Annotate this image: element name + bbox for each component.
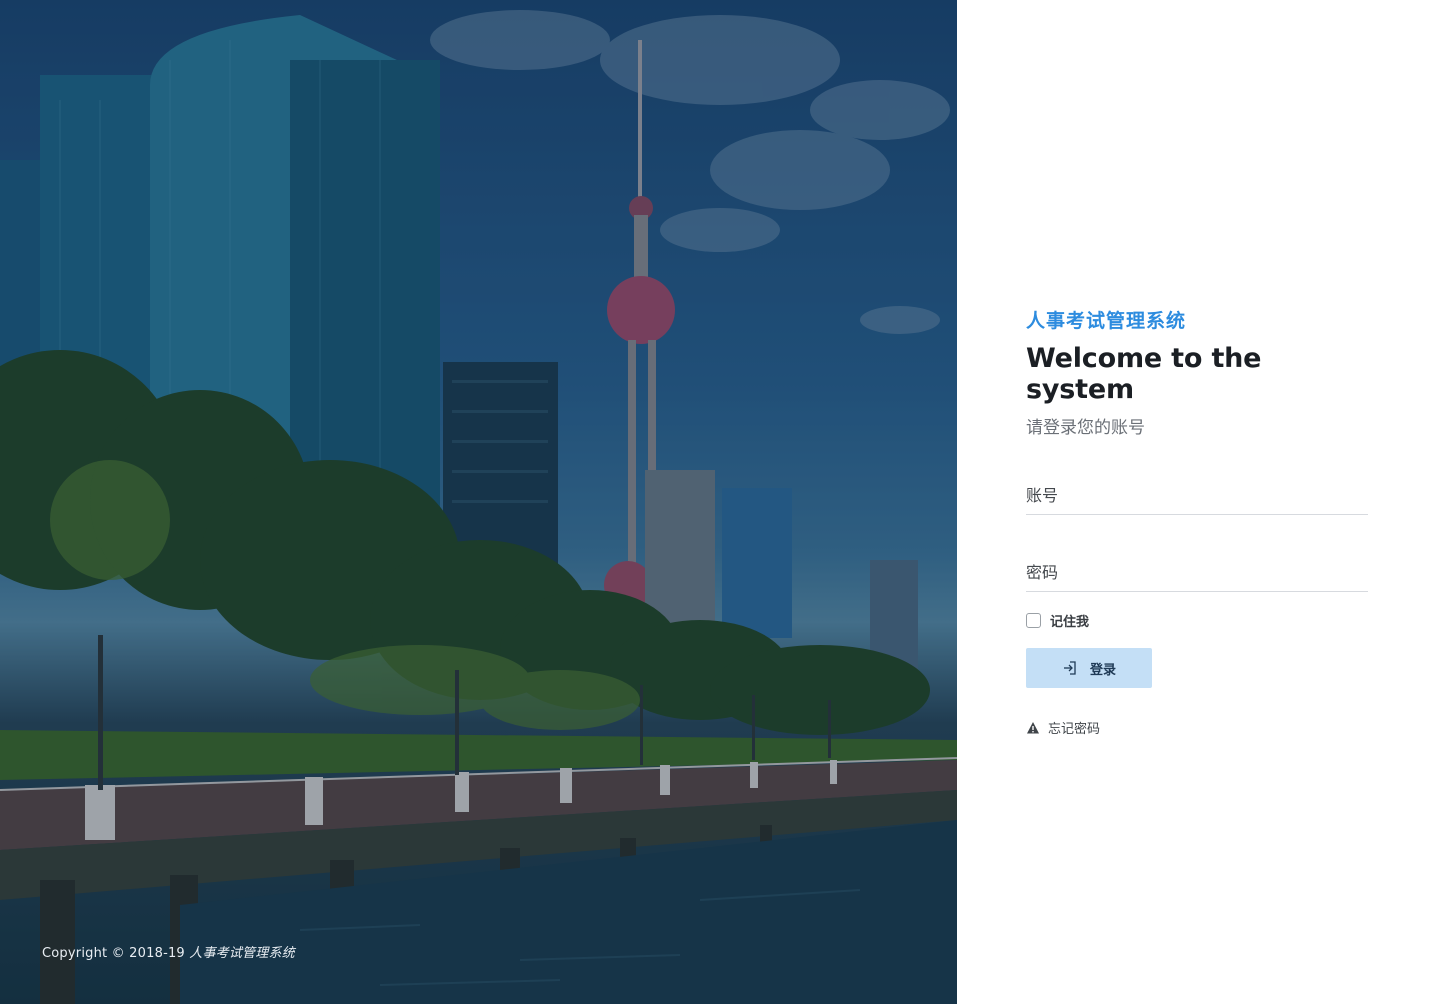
remember-me-checkbox[interactable] (1026, 612, 1041, 628)
remember-me-row[interactable]: 记住我 (1026, 610, 1368, 630)
app-name: 人事考试管理系统 (1026, 310, 1187, 332)
username-field-wrapper (1026, 476, 1368, 515)
forgot-password-link[interactable]: 忘记密码 (1026, 718, 1368, 737)
copyright-text: Copyright © 2018-19 人事考试管理系统 (42, 942, 295, 961)
forgot-password-label: 忘记密码 (1048, 722, 1101, 737)
login-subtitle: 请登录您的账号 (1026, 418, 1145, 438)
password-input[interactable] (1026, 557, 1368, 587)
login-panel: 人事考试管理系统 Welcome to the system 请登录您的账号 记… (957, 0, 1435, 1004)
copyright-brand: 人事考试管理系统 (189, 946, 295, 961)
copyright-prefix: Copyright © 2018-19 (42, 946, 185, 961)
sign-in-icon (1062, 660, 1078, 676)
remember-me-label: 记住我 (1050, 614, 1090, 630)
login-button-label: 登录 (1089, 662, 1116, 678)
welcome-heading: Welcome to the system (1026, 343, 1262, 405)
login-form: 人事考试管理系统 Welcome to the system 请登录您的账号 记… (1026, 306, 1368, 737)
hero-dark-overlay (0, 0, 957, 1004)
username-input[interactable] (1026, 480, 1368, 510)
login-button[interactable]: 登录 (1026, 648, 1152, 688)
password-field-wrapper (1026, 553, 1368, 592)
login-page: Copyright © 2018-19 人事考试管理系统 人事考试管理系统 We… (0, 0, 1435, 1004)
warning-icon (1026, 721, 1040, 735)
hero-image-panel: Copyright © 2018-19 人事考试管理系统 (0, 0, 957, 1004)
